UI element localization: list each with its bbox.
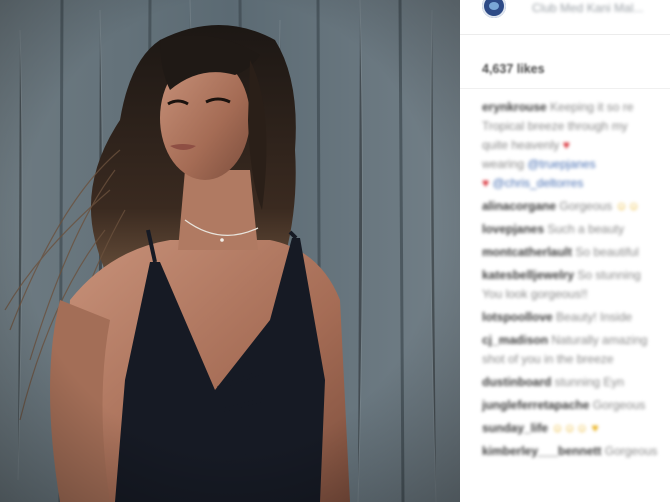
globe-avatar-icon[interactable] [482, 0, 506, 18]
post-header: Club Med Kani Mal... [460, 0, 670, 35]
caption-comment: erynkrouse Keeping it so re Tropical bre… [482, 100, 634, 190]
smile-emoji-icon: ☺☺ [615, 199, 640, 213]
list-item: alinacorgane Gorgeous ☺☺ [482, 199, 640, 213]
list-item: jungleferretapache Gorgeous [482, 398, 646, 412]
comment-username[interactable]: lovepjanes [482, 222, 544, 236]
heart-icon: ♥ [562, 138, 570, 152]
comment-username[interactable]: cj_madison [482, 333, 548, 347]
post-sidebar: Club Med Kani Mal... 4,637 likes erynkro… [460, 0, 670, 502]
mention-link[interactable]: @truepjanes [527, 157, 595, 171]
comment-username[interactable]: erynkrouse [482, 100, 547, 114]
list-item: lotspoollove Beauty! Inside [482, 310, 633, 324]
comment-username[interactable]: sunday_life [482, 421, 548, 435]
mention-link[interactable]: @chris_deltorres [492, 176, 583, 190]
likes-count[interactable]: 4,637 likes [482, 62, 545, 76]
post-image [0, 0, 460, 502]
smile-emoji-icon: ☺☺☺ ♥ [551, 421, 599, 435]
list-item: cj_madison Naturally amazing shot of you… [482, 333, 648, 366]
comment-username[interactable]: katesbelljewelry [482, 268, 574, 282]
comment-username[interactable]: kimberley___bennett [482, 444, 601, 458]
comment-username[interactable]: lotspoollove [482, 310, 553, 324]
comment-username[interactable]: montcatherlault [482, 245, 572, 259]
list-item: kimberley___bennett Gorgeous [482, 444, 658, 458]
list-item: dustinboard stunning Eyn [482, 375, 625, 389]
divider [460, 88, 670, 89]
list-item: montcatherlault So beautiful [482, 245, 639, 259]
heart-icon: ♥ [482, 176, 490, 190]
post-photo[interactable] [0, 0, 460, 502]
list-item: lovepjanes Such a beauty [482, 222, 625, 236]
account-username[interactable]: Club Med Kani Mal... [532, 1, 643, 15]
comment-username[interactable]: dustinboard [482, 375, 551, 389]
list-item: sunday_life ☺☺☺ ♥ [482, 419, 670, 438]
likes-row: 4,637 likes [482, 60, 670, 82]
comment-username[interactable]: alinacorgane [482, 199, 556, 213]
list-item: katesbelljewelry So stunning You look go… [482, 268, 641, 301]
comments-list: erynkrouse Keeping it so re Tropical bre… [482, 98, 670, 461]
comment-username[interactable]: jungleferretapache [482, 398, 589, 412]
